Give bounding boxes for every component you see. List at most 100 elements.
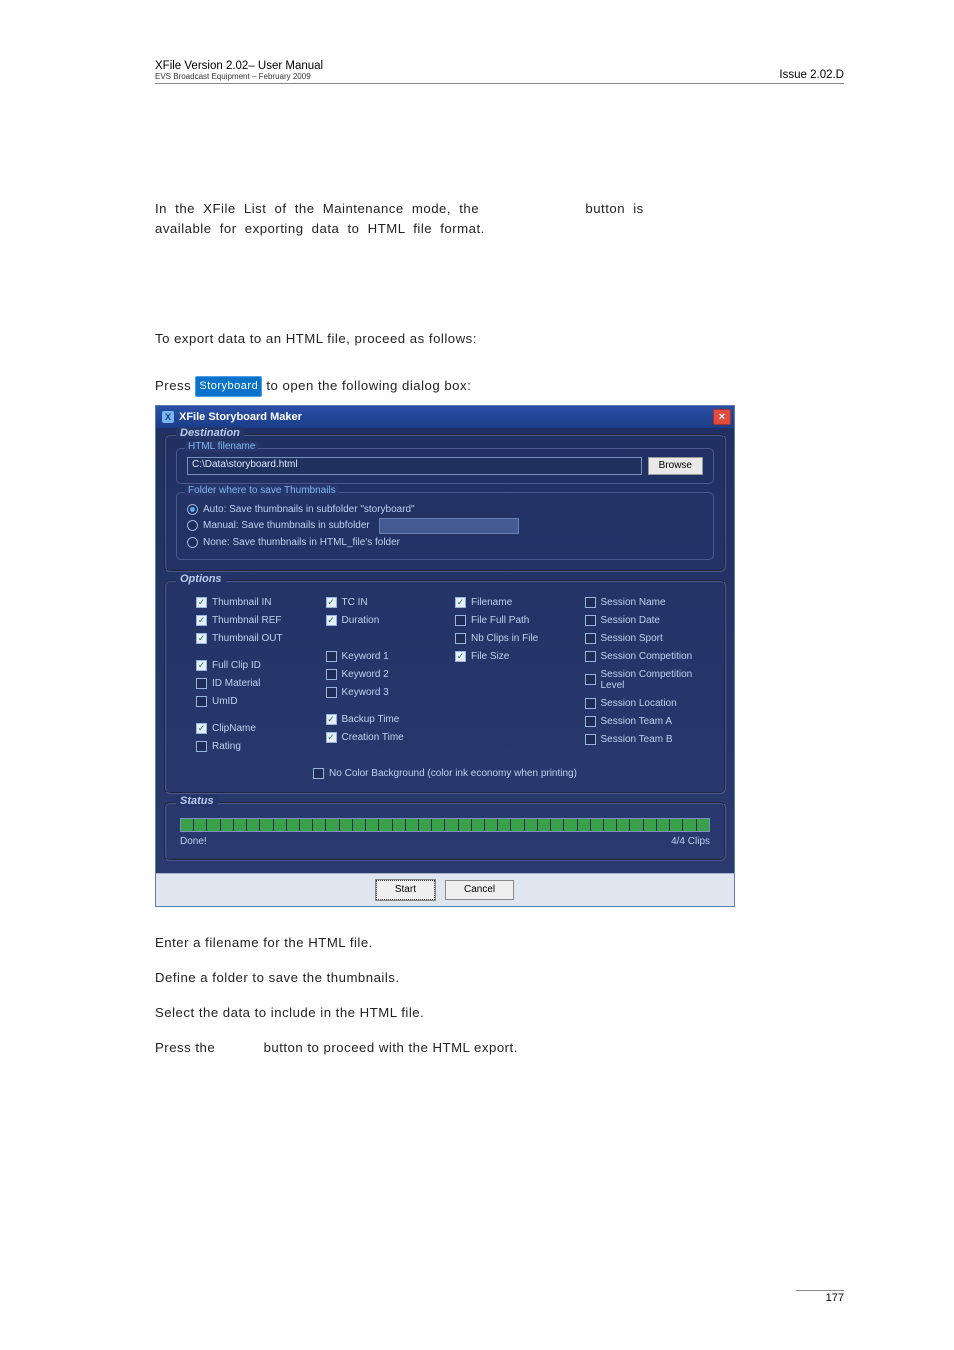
chk-thumb-ref[interactable]: ✓Thumbnail REF	[196, 615, 326, 626]
chk-id-material[interactable]: ID Material	[196, 678, 326, 689]
manual-subfolder-input[interactable]	[379, 518, 519, 534]
header-title: XFile Version 2.02– User Manual	[155, 60, 323, 72]
header-subtitle: EVS Broadcast Equipment – February 2009	[155, 72, 323, 81]
dialog-footer: Start Cancel	[156, 873, 734, 906]
storyboard-badge: Storyboard	[195, 376, 262, 397]
chk-thumb-out[interactable]: ✓Thumbnail OUT	[196, 633, 326, 644]
checkbox-icon: ✓	[196, 723, 207, 734]
checkbox-icon	[326, 651, 337, 662]
chk-creation-time[interactable]: ✓Creation Time	[326, 732, 456, 743]
chk-full-clip-id[interactable]: ✓Full Clip ID	[196, 660, 326, 671]
chk-thumb-in[interactable]: ✓Thumbnail IN	[196, 597, 326, 608]
radio-none[interactable]: None: Save thumbnails in HTML_file's fol…	[187, 537, 703, 548]
intro-text-2: available for exporting data to HTML fil…	[155, 221, 485, 236]
browse-button[interactable]: Browse	[648, 457, 703, 475]
checkbox-icon	[585, 615, 596, 626]
chk-clipname[interactable]: ✓ClipName	[196, 723, 326, 734]
checkbox-icon	[196, 696, 207, 707]
chk-kw3[interactable]: Keyword 3	[326, 687, 456, 698]
chk-session-team-b[interactable]: Session Team B	[585, 734, 715, 745]
checkbox-icon	[455, 615, 466, 626]
page-header: XFile Version 2.02– User Manual EVS Broa…	[155, 60, 844, 84]
chk-session-date[interactable]: Session Date	[585, 615, 715, 626]
options-title: Options	[176, 573, 226, 585]
chk-session-comp-lvl[interactable]: Session Competition Level	[585, 669, 715, 691]
status-clips: 4/4 Clips	[671, 836, 710, 847]
page-number: 177	[796, 1290, 844, 1304]
checkbox-icon	[455, 633, 466, 644]
start-button[interactable]: Start	[376, 880, 435, 900]
checkbox-icon: ✓	[196, 615, 207, 626]
chk-no-color-bg[interactable]: No Color Background (color ink economy w…	[313, 768, 577, 779]
checkbox-icon	[313, 768, 324, 779]
progress-bar	[180, 818, 710, 832]
close-button[interactable]: ×	[713, 409, 731, 425]
checkbox-icon	[585, 698, 596, 709]
radio-none-label: None: Save thumbnails in HTML_file's fol…	[203, 537, 400, 548]
checkbox-icon: ✓	[196, 633, 207, 644]
chk-nb-clips[interactable]: Nb Clips in File	[455, 633, 585, 644]
chk-session-team-a[interactable]: Session Team A	[585, 716, 715, 727]
step-press-b: button to proceed with the HTML export.	[264, 1040, 518, 1055]
options-col-2: ✓TC IN ✓Duration Keyword 1 Keyword 2 Key…	[326, 594, 456, 755]
radio-manual[interactable]: Manual: Save thumbnails in subfolder	[187, 518, 703, 534]
checkbox-icon	[585, 633, 596, 644]
close-icon: ×	[719, 411, 725, 423]
step-define-folder: Define a folder to save the thumbnails.	[155, 970, 844, 985]
radio-auto-label: Auto: Save thumbnails in subfolder "stor…	[203, 504, 415, 515]
intro-text-a: In the XFile List of the Maintenance mod…	[155, 201, 479, 216]
radio-icon	[187, 504, 198, 515]
status-title: Status	[176, 795, 218, 807]
chk-session-sport[interactable]: Session Sport	[585, 633, 715, 644]
step1-a: Press	[155, 378, 195, 393]
html-filename-label: HTML filename	[185, 441, 258, 452]
chk-kw1[interactable]: Keyword 1	[326, 651, 456, 662]
howto-intro: To export data to an HTML file, proceed …	[155, 329, 844, 349]
radio-manual-label: Manual: Save thumbnails in subfolder	[203, 520, 370, 531]
checkbox-icon	[585, 734, 596, 745]
chk-file-size[interactable]: ✓File Size	[455, 651, 585, 662]
checkbox-icon: ✓	[326, 597, 337, 608]
checkbox-icon: ✓	[455, 597, 466, 608]
chk-duration[interactable]: ✓Duration	[326, 615, 456, 626]
chk-kw2[interactable]: Keyword 2	[326, 669, 456, 680]
step-select-data: Select the data to include in the HTML f…	[155, 1005, 844, 1020]
step-1: Press Storyboard to open the following d…	[155, 376, 844, 397]
checkbox-icon	[585, 674, 596, 685]
chk-filename[interactable]: ✓Filename	[455, 597, 585, 608]
destination-group: Destination HTML filename C:\Data\storyb…	[164, 434, 726, 572]
chk-tc-in[interactable]: ✓TC IN	[326, 597, 456, 608]
destination-title: Destination	[176, 427, 244, 439]
chk-session-comp[interactable]: Session Competition	[585, 651, 715, 662]
chk-backup-time[interactable]: ✓Backup Time	[326, 714, 456, 725]
checkbox-icon	[196, 741, 207, 752]
chk-rating[interactable]: Rating	[196, 741, 326, 752]
status-done: Done!	[180, 836, 207, 847]
chk-umid[interactable]: UmID	[196, 696, 326, 707]
options-col-3: ✓Filename File Full Path Nb Clips in Fil…	[455, 594, 585, 755]
thumb-folder-subgroup: Folder where to save Thumbnails Auto: Sa…	[176, 492, 714, 560]
step-enter-filename: Enter a filename for the HTML file.	[155, 935, 844, 950]
options-col-1: ✓Thumbnail IN ✓Thumbnail REF ✓Thumbnail …	[196, 594, 326, 755]
thumb-folder-label: Folder where to save Thumbnails	[185, 485, 339, 496]
step1-b: to open the following dialog box:	[262, 378, 471, 393]
radio-icon	[187, 520, 198, 531]
header-issue: Issue 2.02.D	[779, 69, 844, 81]
intro-text-b: button is	[585, 201, 643, 216]
options-group: Options ✓Thumbnail IN ✓Thumbnail REF ✓Th…	[164, 580, 726, 794]
storyboard-dialog: X XFile Storyboard Maker × Destination H…	[155, 405, 735, 907]
step-press-a: Press the	[155, 1040, 215, 1055]
step-press-button: Press the button to proceed with the HTM…	[155, 1040, 844, 1055]
chk-session-loc[interactable]: Session Location	[585, 698, 715, 709]
radio-icon	[187, 537, 198, 548]
checkbox-icon: ✓	[196, 597, 207, 608]
checkbox-icon	[585, 651, 596, 662]
dialog-titlebar: X XFile Storyboard Maker ×	[156, 406, 734, 428]
chk-session-name[interactable]: Session Name	[585, 597, 715, 608]
html-filename-input[interactable]: C:\Data\storyboard.html	[187, 457, 642, 475]
chk-file-full-path[interactable]: File Full Path	[455, 615, 585, 626]
cancel-button[interactable]: Cancel	[445, 880, 514, 900]
radio-auto[interactable]: Auto: Save thumbnails in subfolder "stor…	[187, 504, 703, 515]
checkbox-icon	[196, 678, 207, 689]
intro-para: In the XFile List of the Maintenance mod…	[155, 199, 844, 239]
